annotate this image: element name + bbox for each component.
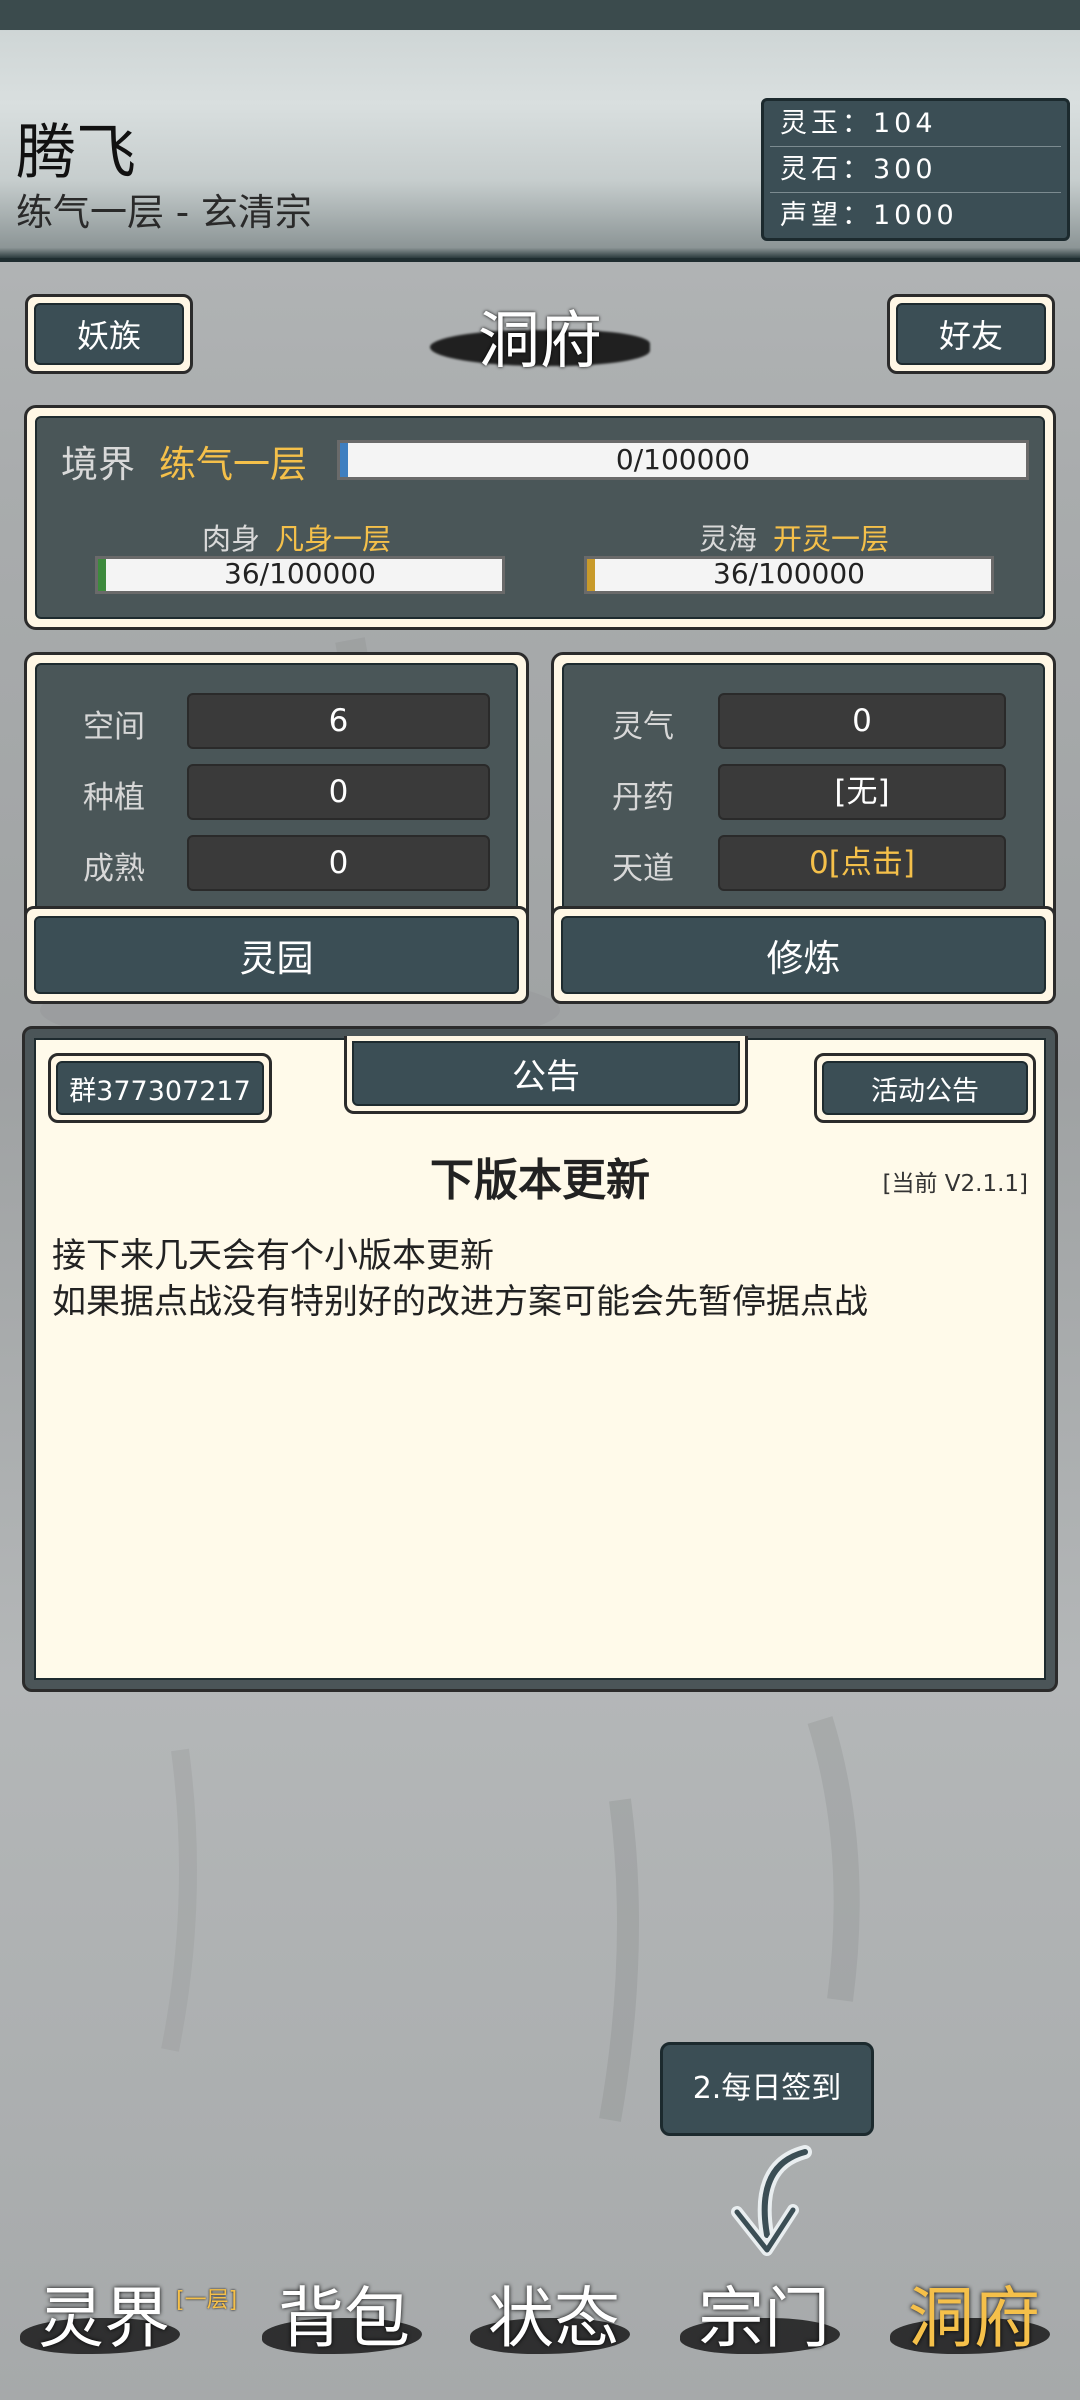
- body-value: 凡身一层: [275, 522, 392, 556]
- resource-stone: 灵石：300: [770, 147, 1061, 193]
- friends-button-label: 好友: [896, 303, 1046, 365]
- realm-progress-text: 0/100000: [615, 443, 751, 476]
- cultivate-button-label: 修炼: [561, 916, 1046, 994]
- body-progress-bar: 36/100000: [95, 556, 505, 594]
- tab-announcement[interactable]: 公告: [344, 1036, 748, 1114]
- player-name: 腾飞: [16, 118, 136, 188]
- nav-backpack-label: 背包: [278, 2280, 410, 2357]
- page-title-block: 洞府: [420, 290, 660, 380]
- group-number-button[interactable]: 群377307217: [48, 1053, 272, 1123]
- notice-line-2: 如果据点战没有特别好的改进方案可能会先暂停据点战: [52, 1282, 868, 1322]
- daily-checkin-tip[interactable]: 2.每日签到: [660, 2042, 874, 2136]
- sea-progress-text: 36/100000: [713, 557, 865, 590]
- header-top-strip: [0, 0, 1080, 30]
- realm-progress-bar: 0/100000: [337, 440, 1029, 480]
- event-notice-button[interactable]: 活动公告: [814, 1053, 1036, 1123]
- sea-progress-bar: 36/100000: [584, 556, 994, 594]
- event-notice-label: 活动公告: [822, 1061, 1028, 1115]
- garden-mature-label: 成熟: [83, 851, 145, 887]
- pill-value[interactable]: [无]: [718, 764, 1006, 820]
- pill-label: 丹药: [612, 780, 674, 816]
- body-progress-text: 36/100000: [224, 557, 376, 590]
- nav-backpack[interactable]: 背包: [278, 2265, 410, 2361]
- nav-sect[interactable]: 宗门: [698, 2265, 830, 2361]
- friends-button[interactable]: 好友: [887, 294, 1055, 374]
- notice-panel: 群377307217 公告 活动公告 下版本更新 [当前 V2.1.1] 接下来…: [22, 1026, 1058, 1692]
- spirit-qi-value: 0: [718, 693, 1006, 749]
- nav-cave-dwelling-label: 洞府: [908, 2280, 1040, 2357]
- realm-panel-inner: 境界 练气一层 0/100000 肉身 凡身一层 36/100000 灵海 开灵…: [35, 416, 1045, 619]
- player-subtitle: 练气一层 - 玄清宗: [16, 191, 312, 234]
- heaven-dao-value[interactable]: 0[点击]: [718, 835, 1006, 891]
- curved-arrow-icon: [731, 2145, 812, 2256]
- header-banner: 腾飞 练气一层 - 玄清宗 灵玉：104 灵石：300 声望：1000: [0, 0, 1080, 262]
- nav-status[interactable]: 状态: [488, 2265, 620, 2361]
- garden-mature-value: 0: [187, 835, 490, 891]
- resource-panel: 灵玉：104 灵石：300 声望：1000: [761, 98, 1070, 241]
- nav-status-label: 状态: [488, 2280, 620, 2357]
- sea-value: 开灵一层: [773, 522, 890, 556]
- nav-cave-dwelling[interactable]: 洞府: [908, 2265, 1040, 2361]
- spirit-qi-label: 灵气: [612, 709, 674, 745]
- spirit-garden-button[interactable]: 灵园: [24, 906, 529, 1004]
- garden-space-label: 空间: [83, 709, 145, 745]
- group-number-label: 群377307217: [56, 1061, 264, 1115]
- announcement-tab-label: 公告: [352, 1041, 740, 1106]
- demon-clan-button[interactable]: 妖族: [25, 294, 193, 374]
- notice-panel-inner: 群377307217 公告 活动公告 下版本更新 [当前 V2.1.1] 接下来…: [34, 1036, 1046, 1680]
- realm-panel: 境界 练气一层 0/100000 肉身 凡身一层 36/100000 灵海 开灵…: [24, 405, 1056, 630]
- heaven-dao-label: 天道: [612, 851, 674, 887]
- garden-planted-value: 0: [187, 764, 490, 820]
- version-label: [当前 V2.1.1]: [882, 1171, 1028, 1197]
- page-title: 洞府: [477, 304, 602, 377]
- resource-jade: 灵玉：104: [770, 101, 1061, 147]
- cultivate-button[interactable]: 修炼: [551, 906, 1056, 1004]
- demon-clan-button-label: 妖族: [34, 303, 184, 365]
- nav-sect-label: 宗门: [698, 2280, 830, 2357]
- nav-spirit-realm[interactable]: 灵界: [38, 2265, 170, 2361]
- sea-label: 灵海: [699, 522, 758, 556]
- realm-label: 境界: [61, 443, 135, 486]
- garden-space-value: 6: [187, 693, 490, 749]
- nav-spirit-realm-badge: [一层]: [176, 2288, 238, 2313]
- realm-value: 练气一层: [159, 443, 307, 486]
- nav-spirit-realm-label: 灵界: [38, 2280, 170, 2357]
- spirit-garden-button-label: 灵园: [34, 916, 519, 994]
- notice-line-1: 接下来几天会有个小版本更新: [52, 1236, 494, 1276]
- resource-reputation: 声望：1000: [780, 200, 958, 231]
- garden-planted-label: 种植: [83, 780, 145, 816]
- body-label: 肉身: [202, 522, 261, 556]
